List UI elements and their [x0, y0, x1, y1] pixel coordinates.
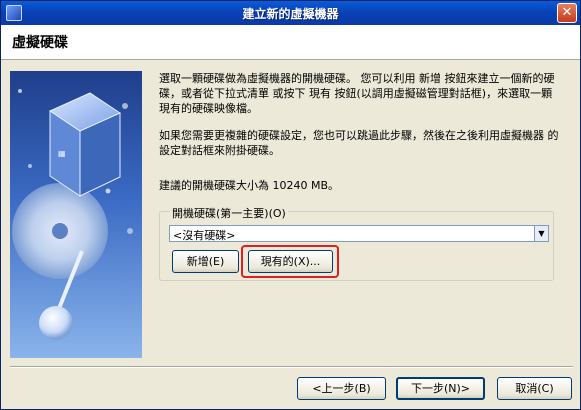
back-button[interactable]: <上一步(B) [297, 377, 386, 400]
wizard-window: 建立新的虛擬機器 ✕ 虛擬硬碟 ▦ 選取一顆硬碟做為虛擬機器的開機硬碟。 您可以… [0, 0, 581, 410]
page-header: 虛擬硬碟 [1, 25, 580, 60]
new-disk-button[interactable]: 新增(E) [172, 250, 239, 273]
footer-divider [10, 366, 573, 368]
wizard-illustration: ▦ [10, 71, 142, 358]
advanced-note-paragraph: 如果您需要更複雜的硬碟設定，您也可以跳過此步驟，然後在之後利用虛擬機器 的設定對… [159, 129, 559, 157]
close-button[interactable]: ✕ [557, 3, 577, 23]
svg-text:▦: ▦ [58, 149, 66, 158]
boot-disk-select[interactable]: <沒有硬碟> [169, 225, 549, 242]
recommended-size-text: 建議的開機硬碟大小為 10240 MB。 [159, 179, 340, 192]
boot-disk-group-label: 開機硬碟(第一主要)(O) [170, 205, 288, 221]
chevron-down-icon[interactable]: ▼ [534, 225, 549, 242]
title-bar[interactable]: 建立新的虛擬機器 ✕ [1, 1, 580, 25]
window-title: 建立新的虛擬機器 [242, 7, 339, 21]
virtualbox-disk-illustration: ▦ [12, 89, 133, 340]
description-paragraph: 選取一顆硬碟做為虛擬機器的開機硬碟。 您可以利用 新增 按鈕來建立一個新的硬碟，… [159, 72, 555, 115]
next-button[interactable]: 下一步(N)> [396, 377, 485, 400]
cancel-button[interactable]: 取消(C) [497, 377, 572, 400]
page-title: 虛擬硬碟 [12, 35, 68, 51]
existing-disk-button[interactable]: 現有的(X)... [248, 250, 333, 273]
boot-disk-select-value: <沒有硬碟> [173, 229, 236, 242]
